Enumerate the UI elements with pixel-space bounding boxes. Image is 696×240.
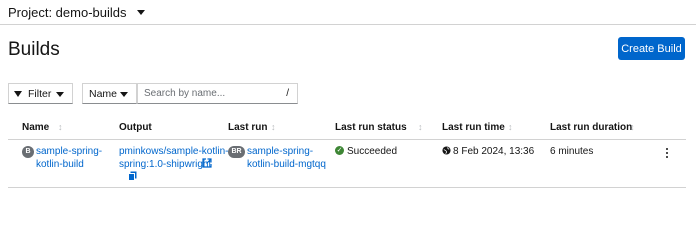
search-input[interactable] — [138, 88, 287, 99]
caret-down-icon — [136, 10, 145, 15]
sort-icon[interactable]: ↕ — [508, 122, 513, 132]
external-link-icon[interactable] — [202, 158, 212, 168]
search-shortcut-hint: / — [286, 88, 289, 99]
status-text: Succeeded — [347, 146, 398, 157]
filter-icon — [14, 90, 22, 97]
build-run-badge: BR — [228, 146, 245, 158]
column-header-output: Output — [119, 122, 152, 133]
build-name-link[interactable]: sample-spring- kotlin-build — [36, 145, 102, 171]
output-line2: spring:1.0-shipwright — [119, 159, 212, 170]
project-bar: Project: demo-builds — [0, 0, 696, 25]
build-badge: B — [22, 146, 34, 158]
column-header-last-run[interactable]: Last run — [228, 122, 267, 133]
project-selector[interactable]: Project: demo-builds — [8, 5, 145, 20]
project-label: Project: demo-builds — [8, 5, 127, 20]
caret-down-icon — [120, 92, 128, 97]
sort-icon[interactable]: ↕ — [271, 122, 276, 132]
sort-icon[interactable]: ↕ — [418, 122, 423, 132]
sort-icon[interactable]: ↕ — [58, 122, 63, 132]
check-circle-icon: ✓ — [335, 146, 344, 155]
filter-label: Filter — [28, 87, 52, 100]
table-header-divider — [8, 139, 686, 140]
last-run-line1: sample-spring- — [247, 146, 314, 157]
last-run-link[interactable]: sample-spring- kotlin-build-mgtqq — [247, 145, 326, 171]
output-link[interactable]: pminkows/sample-kotlin- spring:1.0-shipw… — [119, 145, 228, 171]
column-header-last-run-duration[interactable]: Last run duration — [550, 122, 632, 133]
column-header-name[interactable]: Name — [22, 122, 49, 133]
table-row-divider — [8, 187, 686, 188]
caret-down-icon — [56, 92, 64, 97]
last-run-time: 8 Feb 2024, 13:36 — [453, 146, 535, 157]
filter-by-label: Name — [89, 87, 118, 100]
globe-icon — [442, 146, 451, 155]
create-build-button[interactable]: Create Build — [618, 37, 685, 60]
build-name-line1: sample-spring- — [36, 146, 103, 157]
last-run-line2: kotlin-build-mgtqq — [247, 159, 326, 170]
filter-dropdown[interactable]: Filter — [8, 83, 73, 104]
column-header-last-run-status[interactable]: Last run status — [335, 122, 407, 133]
build-name-line2: kotlin-build — [36, 159, 84, 170]
sort-icon[interactable]: ↕ — [630, 122, 635, 132]
last-run-duration: 6 minutes — [550, 146, 594, 157]
output-line1: pminkows/sample-kotlin- — [119, 146, 229, 157]
search-box: / — [137, 83, 298, 104]
filter-by-select[interactable]: Name — [82, 83, 137, 104]
column-header-last-run-time[interactable]: Last run time — [442, 122, 505, 133]
kebab-icon[interactable] — [662, 146, 672, 160]
copy-icon[interactable] — [128, 171, 137, 181]
page-title: Builds — [8, 39, 60, 60]
